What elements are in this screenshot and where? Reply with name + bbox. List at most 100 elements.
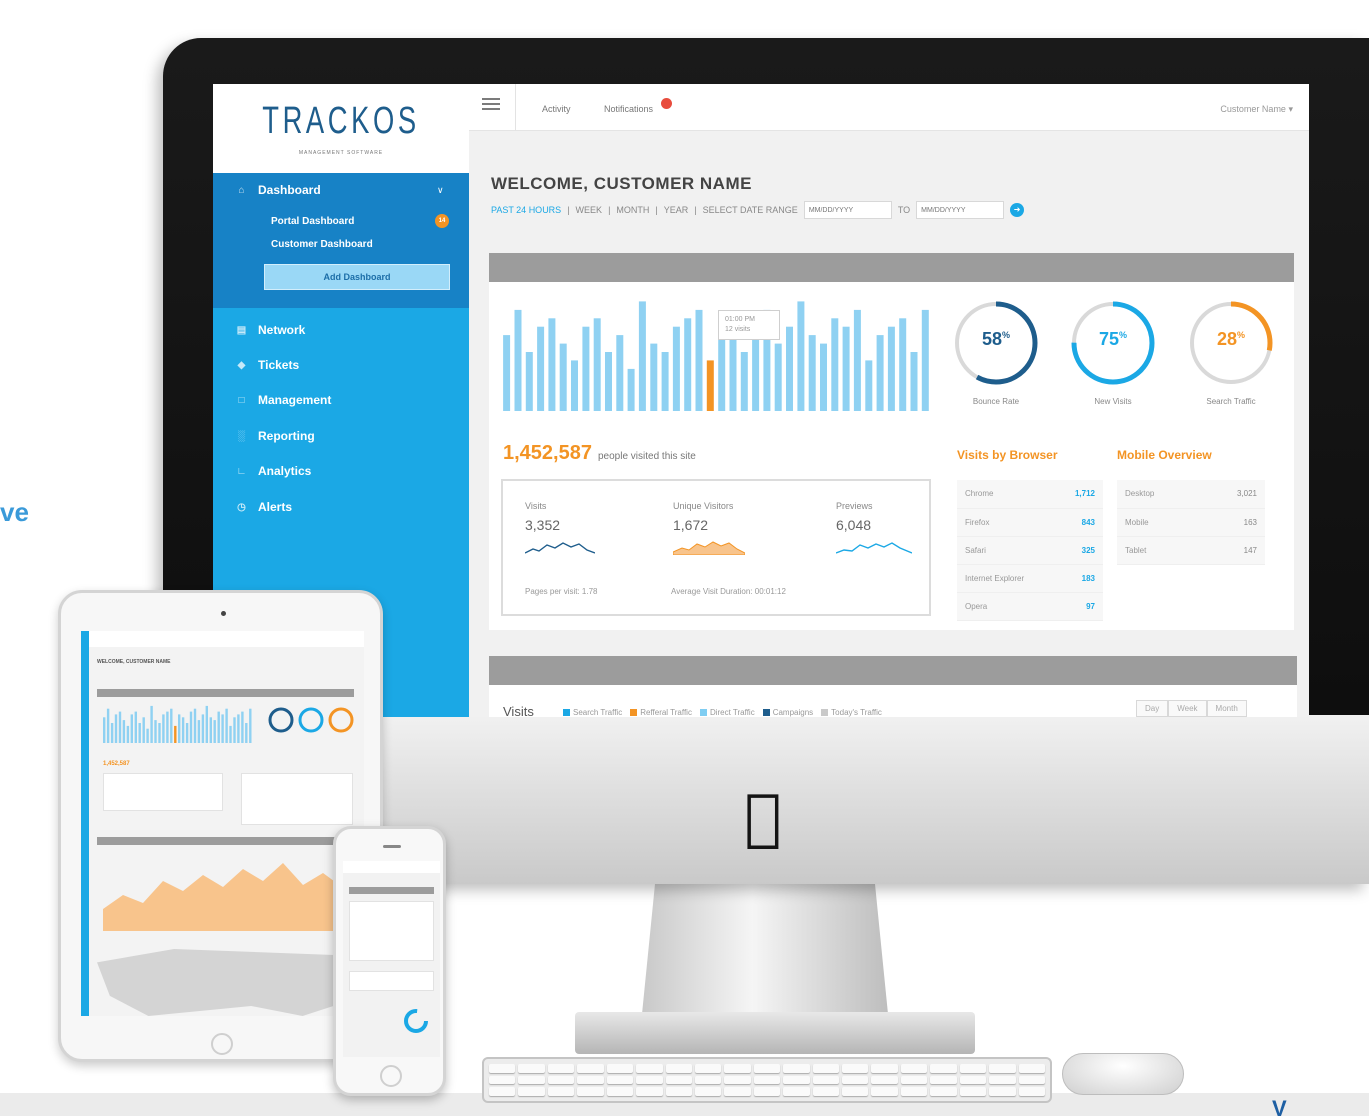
chart-bar[interactable] [740, 352, 748, 411]
chart-bar[interactable] [808, 335, 816, 411]
ipad-chart-bar [197, 720, 201, 743]
chart-bar[interactable] [876, 335, 884, 411]
chart-bar[interactable] [921, 309, 929, 411]
notifications-link[interactable]: Notifications [604, 104, 653, 114]
iphone-home-button [380, 1065, 402, 1087]
chart-bar[interactable] [774, 343, 782, 411]
ipad-chart-bar [142, 717, 145, 743]
range-year[interactable]: YEAR [664, 205, 689, 215]
sidebar-subitem-portal-dashboard[interactable]: Portal Dashboard [271, 216, 354, 227]
browser-value: 325 [1055, 536, 1103, 565]
sidebar-item-network[interactable]: ▤ Network [235, 323, 306, 337]
ipad-topbar [89, 631, 364, 647]
device-value: 147 [1199, 536, 1265, 565]
add-dashboard-button[interactable]: Add Dashboard [264, 264, 450, 290]
legend-item[interactable]: Direct Traffic [699, 708, 755, 717]
chart-bar[interactable] [616, 335, 624, 411]
sidebar-item-analytics[interactable]: ∟ Analytics [235, 464, 312, 478]
chart-bar[interactable] [865, 360, 873, 411]
legend-item[interactable]: Refferal Traffic [630, 708, 692, 717]
chart-bar[interactable] [582, 326, 590, 411]
range-month[interactable]: MONTH [616, 205, 649, 215]
period-day-button[interactable]: Day [1136, 700, 1169, 717]
chart-bar[interactable] [593, 318, 601, 411]
chart-bar[interactable] [831, 318, 839, 411]
chart-bar[interactable] [853, 309, 861, 411]
browser-table: Chrome 1,712 Firefox 843 Safari 325 Interne… [957, 480, 1103, 621]
keyboard-key [577, 1087, 604, 1096]
chart-bar[interactable] [503, 335, 511, 411]
brand-logo[interactable]: TRACKOS MANAGEMENT SOFTWARE [213, 84, 469, 173]
chart-bar[interactable] [514, 309, 522, 411]
ring-suffix: % [1237, 330, 1246, 340]
chart-bar[interactable] [537, 326, 545, 411]
to-label: TO [897, 205, 911, 215]
sidebar-item-management[interactable]: □ Management [235, 393, 331, 407]
browser-table-title: Visits by Browser [957, 448, 1058, 462]
legend-item[interactable]: Search Traffic [563, 708, 622, 717]
keyboard-key [1018, 1064, 1045, 1073]
chart-bar[interactable] [786, 326, 793, 411]
table-row: Mobile 163 [1117, 508, 1265, 537]
date-from-input[interactable] [803, 201, 892, 219]
keyboard-key [753, 1087, 781, 1096]
chart-bar[interactable] [548, 318, 556, 411]
chart-bar[interactable] [706, 360, 714, 411]
date-to-input[interactable] [916, 201, 1005, 219]
menu-icon[interactable] [482, 98, 500, 110]
chart-bar[interactable] [650, 343, 658, 411]
clock-icon: ◷ [237, 501, 246, 513]
sidebar-item-dashboard[interactable]: ⌂ Dashboard [235, 183, 320, 197]
range-past-24-hours[interactable]: PAST 24 HOURS [491, 205, 561, 215]
chart-bar[interactable] [571, 360, 578, 411]
keyboard-key [665, 1087, 692, 1096]
legend-item[interactable]: Campaigns [762, 708, 813, 717]
sidebar-item-tickets[interactable]: ◆ Tickets [235, 358, 300, 372]
sidebar-item-alerts[interactable]: ◷ Alerts [235, 500, 292, 514]
chart-bar[interactable] [899, 318, 907, 411]
browser-name: Safari [957, 536, 1056, 565]
chart-bar[interactable] [672, 326, 680, 411]
activity-link[interactable]: Activity [542, 104, 571, 114]
chart-bar[interactable] [797, 301, 805, 411]
chart-bar[interactable] [684, 318, 692, 411]
sidebar-subitem-customer-dashboard[interactable]: Customer Dashboard [271, 239, 373, 250]
go-arrow-icon[interactable]: ➜ [1010, 203, 1025, 217]
ipad-chart-bar [174, 725, 177, 743]
keyboard-key [606, 1075, 634, 1085]
chart-bar[interactable] [661, 352, 669, 411]
period-month-button[interactable]: Month [1206, 700, 1247, 717]
device-value: 3,021 [1199, 480, 1265, 509]
legend-item[interactable]: Today's Traffic [821, 708, 882, 717]
sidebar-item-reporting[interactable]: ░ Reporting [235, 429, 315, 443]
ipad-chart-bar [114, 714, 118, 743]
chevron-down-icon[interactable]: ∨ [437, 185, 444, 196]
ipad-chart-bar [185, 723, 189, 743]
user-menu[interactable]: Customer Name ▾ [1220, 104, 1293, 115]
keyboard-key [959, 1075, 987, 1085]
mobile-table: Desktop 3,021 Mobile 163 Tablet 147 [1117, 480, 1265, 565]
chart-bar[interactable] [842, 326, 850, 411]
chart-bar[interactable] [559, 343, 567, 411]
chart-bar[interactable] [638, 301, 646, 411]
chart-bar[interactable] [910, 352, 918, 411]
sidebar-item-label: Tickets [258, 358, 300, 372]
chart-bar[interactable] [887, 326, 895, 411]
ipad-chart-bar [146, 728, 149, 743]
search-traffic-ring: 28% Search Traffic [1185, 299, 1277, 406]
ipad-chart-bar [241, 711, 244, 743]
range-select-date: SELECT DATE RANGE [702, 205, 798, 215]
range-week[interactable]: WEEK [576, 205, 603, 215]
ipad-chart-bar [237, 714, 240, 743]
browser-name: Firefox [957, 508, 1056, 537]
keyboard-key [547, 1064, 575, 1073]
chart-bar[interactable] [729, 335, 737, 411]
chart-bar[interactable] [695, 309, 703, 411]
ring-label: Bounce Rate [972, 397, 1020, 406]
period-week-button[interactable]: Week [1168, 700, 1207, 717]
chart-bar[interactable] [525, 352, 533, 411]
chart-bar[interactable] [627, 368, 635, 411]
chart-bar[interactable] [605, 352, 612, 411]
ipad-chart-bar [170, 708, 173, 743]
chart-bar[interactable] [820, 343, 827, 411]
